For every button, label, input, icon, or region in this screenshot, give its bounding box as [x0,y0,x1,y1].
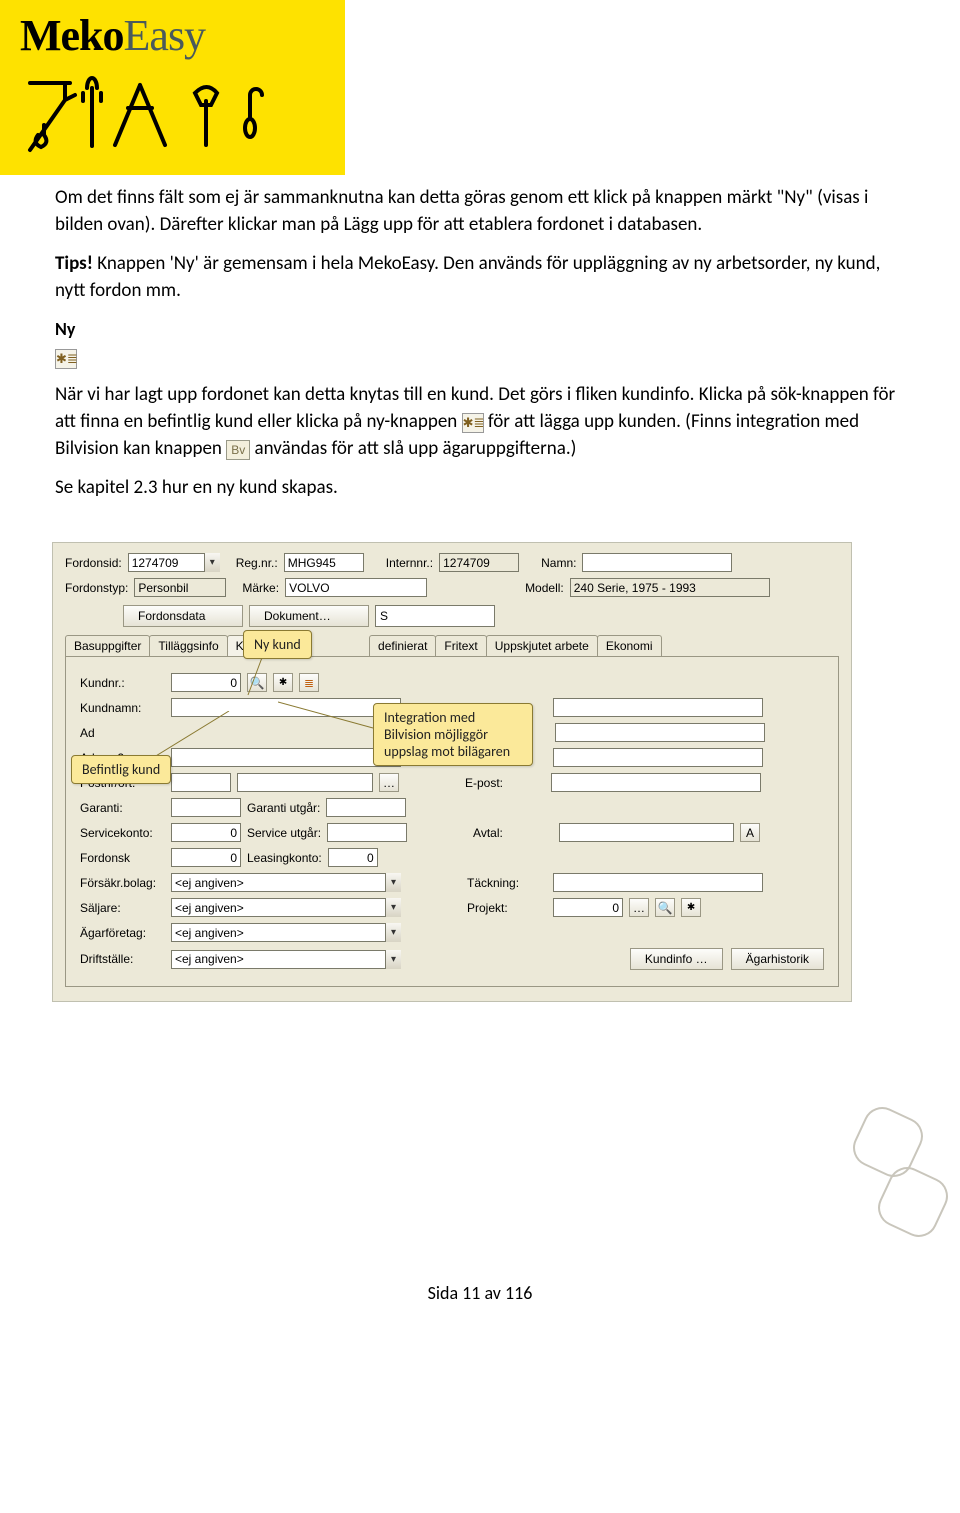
tips-label: Tips! [55,252,93,275]
postnr-input[interactable] [171,773,231,792]
internnr-input [439,553,519,572]
namn-input[interactable] [582,553,732,572]
projekt-label: Projekt: [467,901,547,915]
tab-ekonomi[interactable]: Ekonomi [597,635,662,656]
saljare-input[interactable] [171,898,401,917]
saljare-label: Säljare: [80,901,165,915]
tab-tillaggsinfo[interactable]: Tilläggsinfo [149,635,227,656]
garanti-input[interactable] [171,798,241,817]
paragraph-3: Se kapitel 2.3 hur en ny kund skapas. [55,475,905,502]
callout-line-bilvision [278,698,378,738]
fordonsk-input[interactable] [171,848,241,867]
modell-input [570,578,770,597]
kundnamn-extra-input[interactable] [553,698,763,717]
dropdown-arrow-icon[interactable] [385,950,401,969]
tackning-label: Täckning: [467,876,547,890]
dropdown-arrow-icon[interactable] [385,898,401,917]
driftstalle-label: Driftställe: [80,952,165,966]
fordonstyp-label: Fordonstyp: [65,581,128,595]
leasingkonto-label: Leasingkonto: [247,851,322,865]
avtal-input[interactable] [559,823,734,842]
paragraph-tips: Tips! Knappen 'Ny' är gemensam i hela Me… [55,251,905,305]
marke-label: Märke: [242,581,279,595]
paragraph-1: Om det finns fält som ej är sammanknutna… [55,185,905,239]
namn-label: Namn: [541,556,576,570]
logo-tool-icons [20,73,325,163]
epost-label: E-post: [465,776,545,790]
logo-text: MekoEasy [20,37,205,54]
fordonsk-label: Fordonsk [80,851,165,865]
epost-input[interactable] [551,773,761,792]
para2c: användas för att slå upp ägaruppgifterna… [250,437,576,460]
tab-fritext[interactable]: Fritext [435,635,486,656]
callout-ny-kund: Ny kund [243,630,312,659]
s-field-input[interactable]: S [375,605,495,627]
service-utgar-input[interactable] [327,823,407,842]
paragraph-2: När vi har lagt upp fordonet kan detta k… [55,382,905,463]
projekt-input[interactable] [553,898,623,917]
tab-bar: Basuppgifter Tilläggsinfo Kundin definie… [65,635,839,657]
form-row-2: Fordonstyp: Märke: Modell: [65,578,839,597]
dropdown-arrow-icon[interactable] [385,873,401,892]
ort-input[interactable] [237,773,373,792]
tips-text: Knappen 'Ny' är gemensam i hela MekoEasy… [55,252,880,302]
dropdown-arrow-icon[interactable] [385,923,401,942]
garanti-utgar-input[interactable] [326,798,406,817]
bv-icon: Bv [226,440,250,460]
dropdown-arrow-icon[interactable] [204,553,220,572]
garanti-label: Garanti: [80,801,165,815]
leasingkonto-input[interactable] [328,848,378,867]
regnr-input[interactable] [284,553,364,572]
marke-input[interactable] [285,578,427,597]
tab-basuppgifter[interactable]: Basuppgifter [65,635,150,656]
forsakr-label: Försäkr.bolag: [80,876,165,890]
ny-heading: Ny [55,317,905,343]
modell-label: Modell: [525,581,564,595]
page-footer: Sida 11 av 116 [0,1002,960,1324]
agarhistorik-button[interactable]: Ägarhistorik [731,948,824,970]
garanti-utgar-label: Garanti utgår: [247,801,320,815]
fordonsid-label: Fordonsid: [65,556,122,570]
dokument-button[interactable]: Dokument… [249,605,369,627]
fordonsdata-button[interactable]: Fordonsdata [123,605,243,627]
logo-banner: MekoEasy [0,0,345,175]
projekt-search-button[interactable]: 🔍 [655,898,675,917]
projekt-new-button[interactable]: ✱ [681,898,701,917]
adress1-extra-input[interactable] [555,723,765,742]
regnr-label: Reg.nr.: [236,556,278,570]
tab-uppskjutet[interactable]: Uppskjutet arbete [486,635,598,656]
logo-part-easy: Easy [124,11,206,60]
tools-illustration [20,73,280,163]
avtal-label: Avtal: [473,826,553,840]
agarforetag-label: Ägarföretag: [80,926,165,940]
tackning-input[interactable] [553,873,763,892]
tab-definierat[interactable]: definierat [369,635,436,656]
callout-bilvision: Integration med Bilvision möjliggör upps… [373,703,533,766]
logo-part-meko: Meko [20,11,124,60]
forsakr-input[interactable] [171,873,401,892]
new-icon: ✱≣ [55,349,77,369]
postnr-dots-button[interactable]: … [379,773,399,792]
fax-input[interactable] [553,748,763,767]
form-buttons-row: Fordonsdata Dokument… S [65,605,839,627]
kundnr-input[interactable] [171,673,241,692]
projekt-dots-button[interactable]: … [629,898,649,917]
app-form-panel: Fordonsid: Reg.nr.: Internnr.: Namn: For… [52,542,852,1002]
agarforetag-input[interactable] [171,923,401,942]
form-row-1: Fordonsid: Reg.nr.: Internnr.: Namn: [65,553,839,572]
kundinfo-button[interactable]: Kundinfo … [630,948,723,970]
avtal-a-button[interactable]: A [740,823,760,842]
new-icon-inline: ✱≣ [462,413,484,433]
servicekonto-label: Servicekonto: [80,826,165,840]
service-utgar-label: Service utgår: [247,826,321,840]
driftstalle-input[interactable] [171,950,401,969]
document-body: Om det finns fält som ej är sammanknutna… [0,175,960,502]
fordonstyp-input [134,578,226,597]
kundnr-label: Kundnr.: [80,676,165,690]
servicekonto-input[interactable] [171,823,241,842]
callout-befintlig-kund: Befintlig kund [71,755,171,784]
callout-line-befintlig [151,711,241,761]
internnr-label: Internnr.: [386,556,433,570]
